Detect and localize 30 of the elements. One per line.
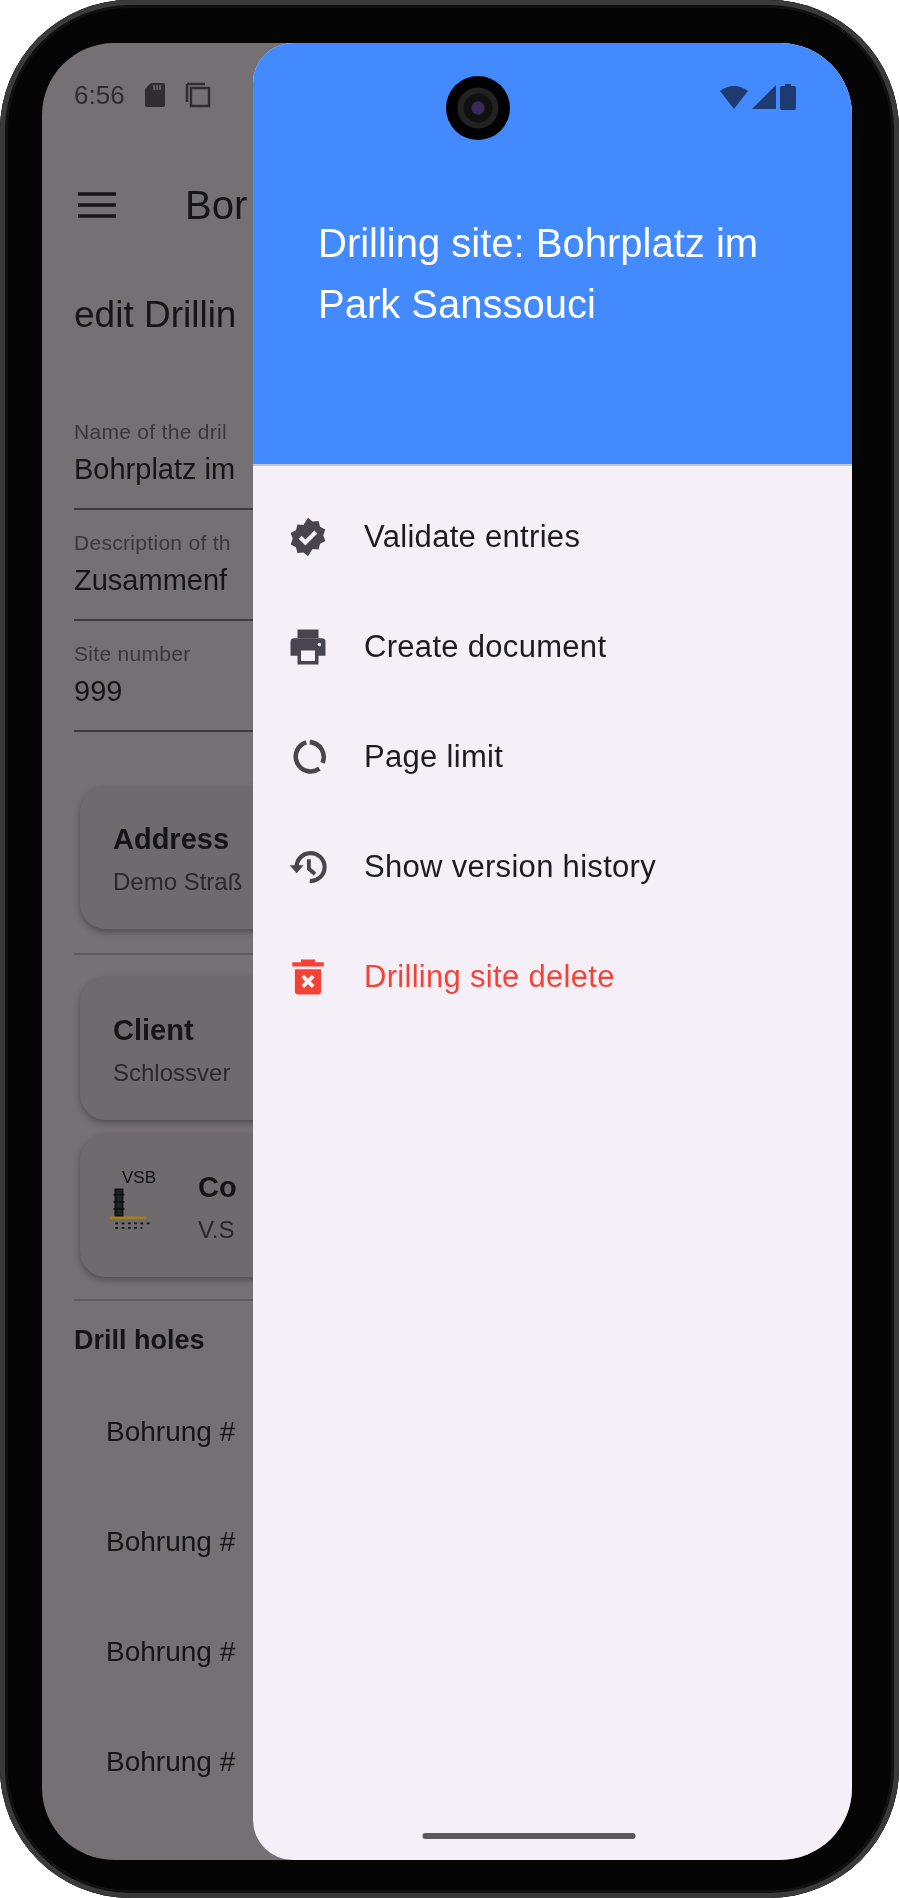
- drill-hole-item[interactable]: Bohrung #: [42, 1487, 253, 1597]
- info-card[interactable]: VSB Co V.S: [80, 1134, 253, 1277]
- drawer-item[interactable]: Show version history: [253, 812, 852, 922]
- card-subtitle: V.S: [198, 1215, 236, 1245]
- copy-icon: [184, 82, 211, 108]
- card-title: Address: [113, 823, 231, 855]
- status-time: 6:56: [74, 79, 125, 111]
- drawer-item[interactable]: Create document: [253, 592, 852, 702]
- info-card[interactable]: Address Demo Straß: [80, 786, 253, 929]
- drill-hole-item[interactable]: Bohrung #: [42, 1707, 253, 1817]
- drill-hole-item[interactable]: Bohrung #: [42, 1597, 253, 1707]
- drill-hole-item[interactable]: Bohrung #: [42, 1377, 253, 1487]
- logo-text: VSB: [122, 1169, 157, 1187]
- card-title: Co: [198, 1171, 237, 1203]
- card-title: Client: [113, 1014, 195, 1046]
- drawer-item[interactable]: Validate entries: [253, 482, 852, 592]
- card-subtitle: Schlossver: [113, 1058, 231, 1088]
- card-subtitle: Demo Straß: [113, 867, 243, 897]
- drawer-title: Drilling site: Bohrplatz im Park Sanssouci: [318, 220, 760, 328]
- drawer-item[interactable]: Page limit: [253, 702, 852, 812]
- section-title: Drill holes: [73, 1324, 206, 1357]
- sd-card-icon: [144, 83, 165, 107]
- page-title: edit Drillin: [73, 293, 238, 337]
- info-card[interactable]: Client Schlossver: [80, 977, 253, 1120]
- drawer-item[interactable]: Drilling site delete: [253, 922, 852, 1032]
- menu-icon[interactable]: [78, 192, 116, 218]
- app-title: Bor: [185, 182, 248, 228]
- wifi-icon: [720, 85, 748, 109]
- battery-icon: [780, 84, 796, 110]
- signal-icon: [752, 85, 776, 109]
